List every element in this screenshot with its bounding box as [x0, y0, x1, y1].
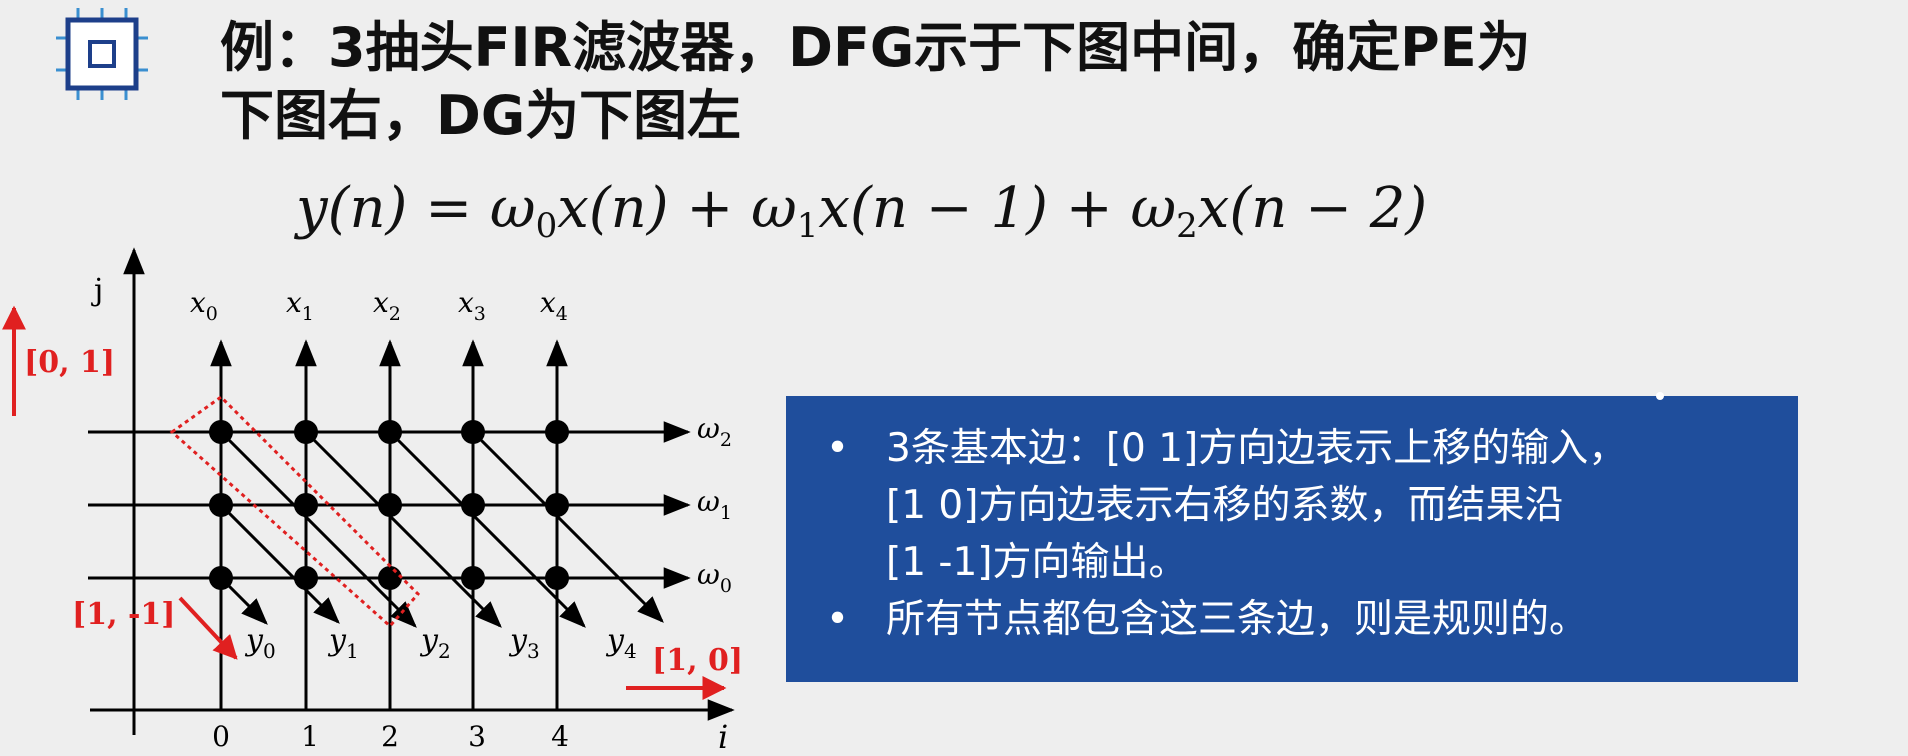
axis-i-label: i — [718, 718, 728, 756]
node — [545, 493, 569, 517]
output-labels: y0 y1 y2 y3 y4 — [244, 623, 637, 663]
info-box: • 3条基本边：[0 1]方向边表示上移的输入， [1 0]方向边表示右移的系数… — [786, 392, 1798, 682]
y-label-2: y2 — [419, 623, 451, 663]
formula-term1-sub: 1 — [796, 206, 819, 246]
x-label-0: x0 — [190, 286, 218, 325]
i-tick-3: 3 — [468, 720, 486, 753]
i-tick-1: 1 — [301, 720, 319, 753]
node — [378, 420, 402, 444]
formula-term2-arg: x(n − 2) — [1197, 176, 1428, 241]
i-tick-2: 2 — [381, 720, 399, 753]
slide-title: 例：3抽头FIR滤波器，DFG示于下图中间，确定PE为 下图右，DG为下图左 — [220, 14, 1531, 150]
decor-dot — [1656, 392, 1664, 400]
node — [461, 420, 485, 444]
output-diag-2 — [219, 430, 417, 628]
bullet-1-line-2: [1 0]方向边表示右移的系数，而结果沿 — [886, 483, 1564, 528]
dir-right-label: [1, 0] — [652, 643, 743, 678]
x-label-3: x3 — [458, 286, 486, 325]
dir-diag-label: [1, -1] — [72, 597, 175, 632]
node — [209, 420, 233, 444]
node — [209, 566, 233, 590]
i-tick-0: 0 — [212, 720, 230, 753]
title-line-2: 下图右，DG为下图左 — [220, 84, 742, 147]
node — [294, 420, 318, 444]
node — [461, 493, 485, 517]
y-label-4: y4 — [605, 623, 637, 663]
bullet-1: • 3条基本边：[0 1]方向边表示上移的输入， [1 0]方向边表示右移的系数… — [826, 420, 1778, 591]
node — [461, 566, 485, 590]
output-diag-3 — [304, 430, 502, 628]
output-diag-4 — [388, 430, 586, 628]
x-label-2: x2 — [373, 286, 401, 325]
node — [294, 493, 318, 517]
formula-term2-coef: ω — [1130, 176, 1177, 241]
y-label-0: y0 — [244, 623, 276, 663]
bullet-dot-icon: • — [826, 426, 850, 471]
bullet-dot-icon: • — [826, 597, 850, 642]
node — [545, 566, 569, 590]
node — [209, 493, 233, 517]
node — [294, 566, 318, 590]
input-labels: x0 x1 x2 x3 x4 — [190, 286, 568, 325]
title-line-1: 例：3抽头FIR滤波器，DFG示于下图中间，确定PE为 — [220, 16, 1531, 79]
chip-icon — [56, 8, 148, 100]
dependence-graph: i j x0 x1 x2 x3 x4 ω2 ω1 ω0 y0 y1 y2 y3 … — [1, 247, 743, 756]
x-label-4: x4 — [540, 286, 568, 325]
dir-up-label: [0, 1] — [24, 345, 115, 380]
i-tick-labels: 0 1 2 3 4 — [212, 720, 569, 753]
dir-diag-arrow — [178, 596, 238, 660]
bullet-1-line-3: [1 -1]方向输出。 — [886, 540, 1188, 585]
w-label-0: ω0 — [697, 558, 732, 597]
i-tick-4: 4 — [551, 720, 569, 753]
axis-j-label: j — [91, 273, 103, 308]
w-label-1: ω1 — [697, 485, 732, 524]
node — [378, 566, 402, 590]
output-diag-5 — [471, 430, 664, 623]
w-label-2: ω2 — [697, 412, 732, 451]
y-label-3: y3 — [508, 623, 540, 663]
node — [378, 493, 402, 517]
formula-term2-sub: 2 — [1176, 206, 1198, 246]
x-label-1: x1 — [286, 286, 314, 325]
bullet-2-line-1: 所有节点都包含这三条边，则是规则的。 — [886, 597, 1589, 642]
weight-labels: ω2 ω1 ω0 — [697, 412, 732, 597]
bullet-1-line-1: 3条基本边：[0 1]方向边表示上移的输入， — [886, 426, 1628, 471]
bullet-2: • 所有节点都包含这三条边，则是规则的。 — [826, 591, 1778, 648]
formula-term1-arg: x(n − 1) + — [818, 176, 1131, 241]
node — [545, 420, 569, 444]
y-label-1: y1 — [327, 623, 359, 663]
